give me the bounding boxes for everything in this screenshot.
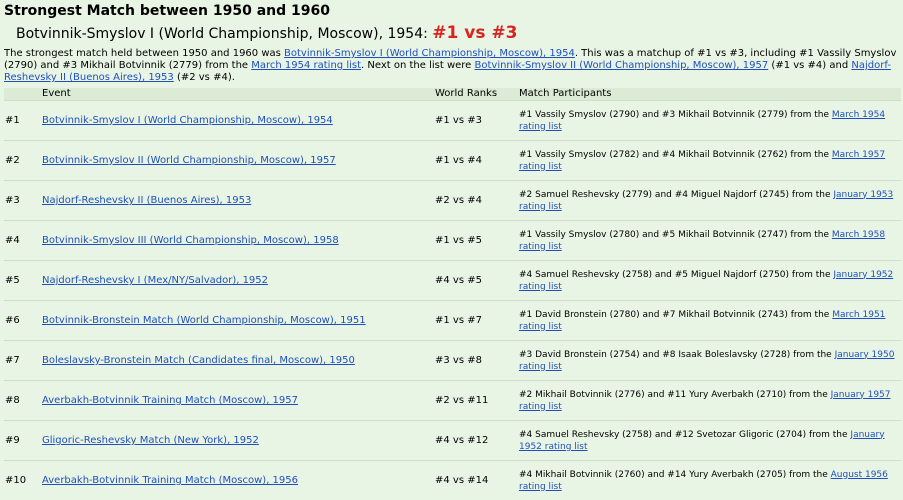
match-subtitle: Botvinnik-Smyslov I (World Championship,… bbox=[16, 22, 899, 45]
row-event-cell: Averbakh-Botvinnik Training Match (Mosco… bbox=[42, 461, 435, 500]
participants-text: #4 Samuel Reshevsky (2758) and #12 Sveto… bbox=[519, 430, 850, 440]
row-participants: #1 David Bronstein (2780) and #7 Mikhail… bbox=[519, 301, 901, 341]
row-event-cell: Gligoric-Reshevsky Match (New York), 195… bbox=[42, 421, 435, 461]
event-link[interactable]: Gligoric-Reshevsky Match (New York), 195… bbox=[42, 435, 259, 446]
participants-text: #4 Mikhail Botvinnik (2760) and #14 Yury… bbox=[519, 470, 831, 480]
row-rank: #4 bbox=[4, 221, 42, 261]
row-participants: #4 Samuel Reshevsky (2758) and #5 Miguel… bbox=[519, 261, 901, 301]
intro-text-4: (#1 vs #4) and bbox=[768, 60, 851, 71]
participants-text: #1 Vassily Smyslov (2782) and #4 Mikhail… bbox=[519, 150, 832, 160]
row-world-ranks: #2 vs #4 bbox=[435, 181, 519, 221]
row-event-cell: Botvinnik-Smyslov II (World Championship… bbox=[42, 141, 435, 181]
row-participants: #2 Samuel Reshevsky (2779) and #4 Miguel… bbox=[519, 181, 901, 221]
row-event-cell: Botvinnik-Smyslov III (World Championshi… bbox=[42, 221, 435, 261]
event-link[interactable]: Averbakh-Botvinnik Training Match (Mosco… bbox=[42, 395, 298, 406]
row-world-ranks: #1 vs #5 bbox=[435, 221, 519, 261]
header-rank bbox=[4, 88, 42, 101]
row-participants: #1 Vassily Smyslov (2790) and #3 Mikhail… bbox=[519, 101, 901, 141]
table-row: #3Najdorf-Reshevsky II (Buenos Aires), 1… bbox=[4, 181, 901, 221]
participants-text: #1 David Bronstein (2780) and #7 Mikhail… bbox=[519, 310, 832, 320]
participants-text: #1 Vassily Smyslov (2780) and #5 Mikhail… bbox=[519, 230, 832, 240]
row-rank: #6 bbox=[4, 301, 42, 341]
row-rank: #1 bbox=[4, 101, 42, 141]
row-participants: #4 Samuel Reshevsky (2758) and #12 Sveto… bbox=[519, 421, 901, 461]
row-rank: #2 bbox=[4, 141, 42, 181]
intro-link-rating-list[interactable]: March 1954 rating list bbox=[251, 60, 361, 71]
row-event-cell: Najdorf-Reshevsky I (Mex/NY/Salvador), 1… bbox=[42, 261, 435, 301]
event-link[interactable]: Najdorf-Reshevsky II (Buenos Aires), 195… bbox=[42, 195, 251, 206]
header-event: Event bbox=[42, 88, 435, 101]
match-name: Botvinnik-Smyslov I (World Championship,… bbox=[16, 26, 428, 42]
table-row: #8Averbakh-Botvinnik Training Match (Mos… bbox=[4, 381, 901, 421]
intro-text-1: The strongest match held between 1950 an… bbox=[4, 48, 284, 59]
table-row: #4Botvinnik-Smyslov III (World Champions… bbox=[4, 221, 901, 261]
event-link[interactable]: Boleslavsky-Bronstein Match (Candidates … bbox=[42, 355, 355, 366]
event-link[interactable]: Botvinnik-Smyslov III (World Championshi… bbox=[42, 235, 339, 246]
event-link[interactable]: Najdorf-Reshevsky I (Mex/NY/Salvador), 1… bbox=[42, 275, 268, 286]
row-rank: #8 bbox=[4, 381, 42, 421]
table-row: #2Botvinnik-Smyslov II (World Championsh… bbox=[4, 141, 901, 181]
matches-table: Event World Ranks Match Participants #1B… bbox=[4, 88, 901, 500]
row-world-ranks: #4 vs #12 bbox=[435, 421, 519, 461]
row-rank: #3 bbox=[4, 181, 42, 221]
participants-text: #2 Mikhail Botvinnik (2776) and #11 Yury… bbox=[519, 390, 831, 400]
page-title: Strongest Match between 1950 and 1960 bbox=[4, 2, 899, 20]
row-world-ranks: #3 vs #8 bbox=[435, 341, 519, 381]
row-participants: #4 Mikhail Botvinnik (2760) and #14 Yury… bbox=[519, 461, 901, 500]
row-event-cell: Averbakh-Botvinnik Training Match (Mosco… bbox=[42, 381, 435, 421]
row-world-ranks: #2 vs #11 bbox=[435, 381, 519, 421]
event-link[interactable]: Botvinnik-Smyslov I (World Championship,… bbox=[42, 115, 333, 126]
table-header-row: Event World Ranks Match Participants bbox=[4, 88, 901, 101]
table-row: #6Botvinnik-Bronstein Match (World Champ… bbox=[4, 301, 901, 341]
intro-paragraph: The strongest match held between 1950 an… bbox=[4, 48, 899, 84]
row-event-cell: Botvinnik-Bronstein Match (World Champio… bbox=[42, 301, 435, 341]
table-row: #7Boleslavsky-Bronstein Match (Candidate… bbox=[4, 341, 901, 381]
row-world-ranks: #4 vs #14 bbox=[435, 461, 519, 500]
header-match-participants: Match Participants bbox=[519, 88, 901, 101]
page: Strongest Match between 1950 and 1960 Bo… bbox=[0, 0, 903, 500]
row-participants: #3 David Bronstein (2754) and #8 Isaak B… bbox=[519, 341, 901, 381]
table-row: #5Najdorf-Reshevsky I (Mex/NY/Salvador),… bbox=[4, 261, 901, 301]
row-world-ranks: #1 vs #7 bbox=[435, 301, 519, 341]
participants-text: #1 Vassily Smyslov (2790) and #3 Mikhail… bbox=[519, 110, 832, 120]
row-rank: #10 bbox=[4, 461, 42, 500]
table-row: #1Botvinnik-Smyslov I (World Championshi… bbox=[4, 101, 901, 141]
table-row: #10Averbakh-Botvinnik Training Match (Mo… bbox=[4, 461, 901, 500]
row-event-cell: Botvinnik-Smyslov I (World Championship,… bbox=[42, 101, 435, 141]
table-row: #9Gligoric-Reshevsky Match (New York), 1… bbox=[4, 421, 901, 461]
row-world-ranks: #1 vs #3 bbox=[435, 101, 519, 141]
intro-link-match-1[interactable]: Botvinnik-Smyslov I (World Championship,… bbox=[284, 48, 575, 59]
match-ranks-highlight: #1 vs #3 bbox=[432, 23, 517, 43]
row-participants: #1 Vassily Smyslov (2782) and #4 Mikhail… bbox=[519, 141, 901, 181]
participants-text: #3 David Bronstein (2754) and #8 Isaak B… bbox=[519, 350, 835, 360]
event-link[interactable]: Botvinnik-Smyslov II (World Championship… bbox=[42, 155, 336, 166]
intro-text-5: (#2 vs #4). bbox=[174, 72, 235, 83]
row-participants: #2 Mikhail Botvinnik (2776) and #11 Yury… bbox=[519, 381, 901, 421]
intro-link-match-2[interactable]: Botvinnik-Smyslov II (World Championship… bbox=[475, 60, 769, 71]
intro-text-3: . Next on the list were bbox=[361, 60, 474, 71]
event-link[interactable]: Botvinnik-Bronstein Match (World Champio… bbox=[42, 315, 366, 326]
event-link[interactable]: Averbakh-Botvinnik Training Match (Mosco… bbox=[42, 475, 298, 486]
row-world-ranks: #1 vs #4 bbox=[435, 141, 519, 181]
row-world-ranks: #4 vs #5 bbox=[435, 261, 519, 301]
row-rank: #7 bbox=[4, 341, 42, 381]
participants-text: #4 Samuel Reshevsky (2758) and #5 Miguel… bbox=[519, 270, 833, 280]
row-event-cell: Najdorf-Reshevsky II (Buenos Aires), 195… bbox=[42, 181, 435, 221]
participants-text: #2 Samuel Reshevsky (2779) and #4 Miguel… bbox=[519, 190, 833, 200]
row-rank: #5 bbox=[4, 261, 42, 301]
header-world-ranks: World Ranks bbox=[435, 88, 519, 101]
row-event-cell: Boleslavsky-Bronstein Match (Candidates … bbox=[42, 341, 435, 381]
row-participants: #1 Vassily Smyslov (2780) and #5 Mikhail… bbox=[519, 221, 901, 261]
row-rank: #9 bbox=[4, 421, 42, 461]
